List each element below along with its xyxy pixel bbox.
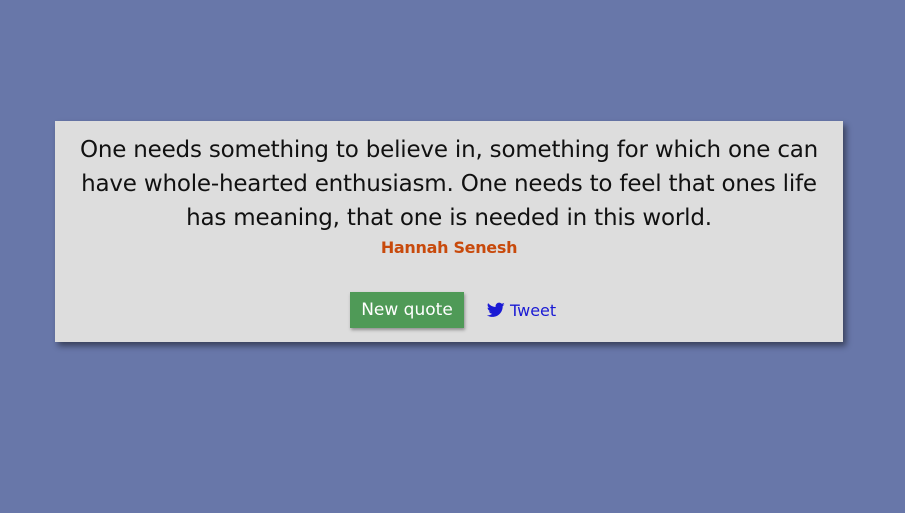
new-quote-button[interactable]: New quote bbox=[350, 292, 464, 328]
quote-author: Hannah Senesh bbox=[380, 238, 518, 257]
quote-box: One needs something to believe in, somet… bbox=[55, 121, 843, 342]
quote-text: One needs something to believe in, somet… bbox=[79, 137, 819, 231]
tweet-link[interactable]: Tweet bbox=[487, 300, 556, 320]
tweet-label: Tweet bbox=[510, 300, 557, 320]
quote-actions: New quote Tweet bbox=[55, 292, 843, 328]
twitter-bird-icon bbox=[487, 302, 505, 318]
